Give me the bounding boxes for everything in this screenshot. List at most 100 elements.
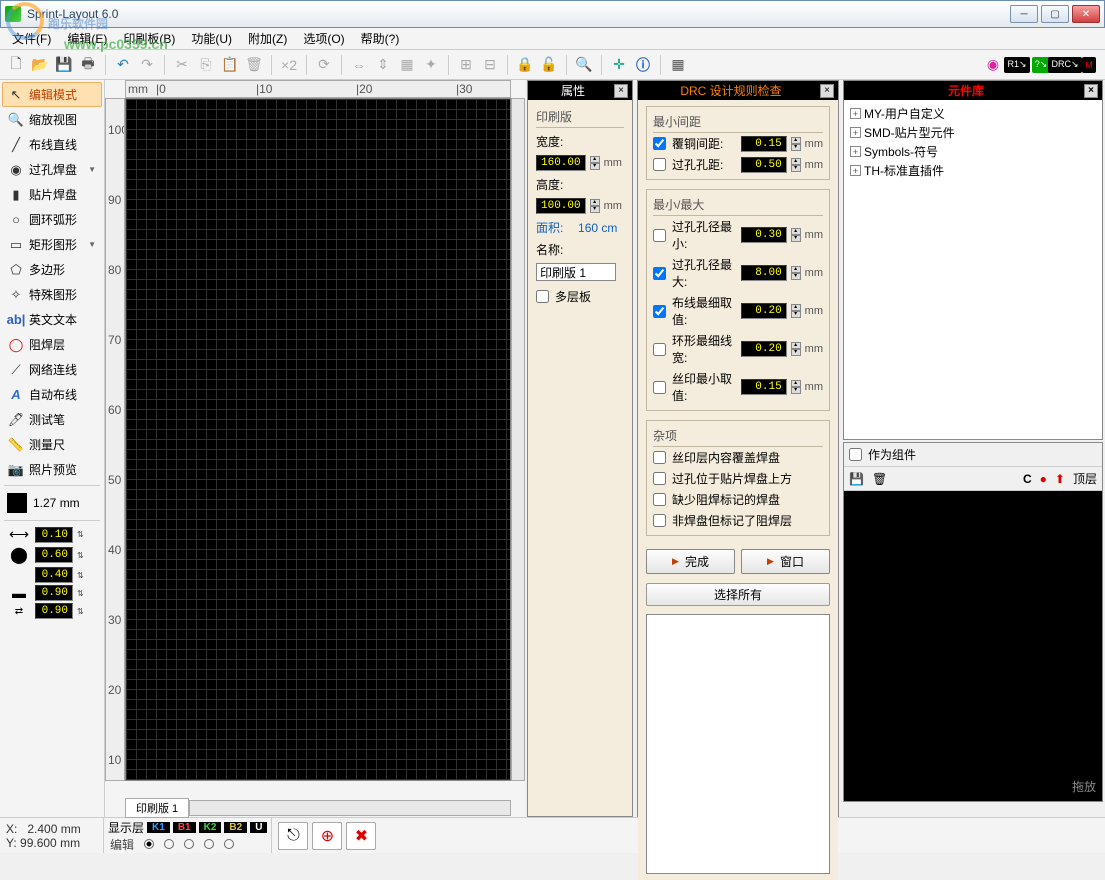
tool-measure[interactable]: 📏测量尺 [2, 432, 102, 457]
trackmin-check[interactable] [653, 305, 666, 318]
tool-net[interactable]: ⟋网络连线 [2, 357, 102, 382]
tree-item-my[interactable]: +MY-用户自定义 [848, 104, 1098, 123]
pcb-canvas[interactable] [125, 98, 511, 781]
redo-icon[interactable]: ↷ [136, 54, 158, 76]
menu-func[interactable]: 功能(U) [185, 28, 238, 49]
open-file-icon[interactable]: 📂 [29, 54, 51, 76]
minimize-button[interactable]: ─ [1010, 5, 1038, 23]
close-button[interactable]: ✕ [1072, 5, 1100, 23]
grid-setting[interactable]: 1.27 mm [2, 489, 102, 517]
tree-item-symbols[interactable]: +Symbols-符号 [848, 142, 1098, 161]
close-icon[interactable]: × [820, 84, 834, 98]
r1-label-icon[interactable]: R1↘ [1006, 54, 1028, 76]
width-input[interactable]: 160.00 [536, 155, 586, 171]
edit-radio-k2[interactable] [184, 836, 194, 853]
save-file-icon[interactable]: 💾 [53, 54, 75, 76]
smd-w-row[interactable]: ▬0.90⇅ [7, 585, 97, 601]
drc-label-icon[interactable]: DRC↘ [1054, 54, 1076, 76]
layer-b1[interactable]: B1 [173, 822, 196, 833]
upload-icon[interactable]: ⬆ [1055, 472, 1065, 486]
status-target-icon[interactable]: ⊕ [312, 822, 342, 850]
tool-track[interactable]: ╱布线直线 [2, 132, 102, 157]
edit-radio-b2[interactable] [204, 836, 214, 853]
width-spinner[interactable]: ▴▾ [590, 156, 600, 170]
tool-poly[interactable]: ⬠多边形 [2, 257, 102, 282]
expand-icon[interactable]: + [850, 108, 861, 119]
edit-radio-b1[interactable] [164, 836, 174, 853]
component-preview[interactable]: 拖放 [844, 491, 1102, 801]
print-icon[interactable]: 🖶 [77, 54, 99, 76]
height-spinner[interactable]: ▴▾ [590, 199, 600, 213]
tool-photo[interactable]: 📷照片预览 [2, 457, 102, 482]
rotate-icon[interactable]: ⟳ [313, 54, 335, 76]
copper-check[interactable] [653, 137, 666, 150]
record-dot-icon[interactable]: ● [1040, 472, 1047, 486]
layer-k1[interactable]: K1 [147, 822, 170, 833]
group-icon[interactable]: ⊞ [455, 54, 477, 76]
misc2-check[interactable] [653, 472, 666, 485]
pad-inner-row[interactable]: 0.40⇅ [7, 567, 97, 583]
menu-file[interactable]: 文件(F) [6, 28, 57, 49]
edit-radio-u[interactable] [224, 836, 234, 853]
window-button[interactable]: ▶窗口 [741, 549, 830, 574]
delete-icon[interactable]: 🗑 [243, 54, 265, 76]
layer-u[interactable]: U [250, 822, 267, 833]
refresh-icon[interactable]: C [1023, 472, 1032, 486]
new-file-icon[interactable]: 🗋 [5, 54, 27, 76]
save-icon[interactable]: 💾 [849, 472, 864, 486]
ringmin-check[interactable] [653, 343, 666, 356]
multilayer-checkbox[interactable] [536, 290, 549, 303]
paste-icon[interactable]: 📋 [219, 54, 241, 76]
select-all-button[interactable]: 选择所有 [646, 583, 830, 606]
layer-b2[interactable]: B2 [224, 822, 247, 833]
height-input[interactable]: 100.00 [536, 198, 586, 214]
misc4-check[interactable] [653, 514, 666, 527]
mirror-h-icon[interactable]: ⇔ [348, 54, 370, 76]
menu-help[interactable]: 帮助(?) [355, 28, 406, 49]
pad-outer-row[interactable]: ⬤0.60⇅ [7, 545, 97, 565]
layer-k2[interactable]: K2 [199, 822, 222, 833]
as-component-checkbox[interactable] [849, 448, 862, 461]
menu-edit[interactable]: 编辑(E) [61, 28, 113, 49]
horizontal-scrollbar[interactable] [189, 800, 511, 816]
record-icon[interactable]: ◉ [982, 54, 1004, 76]
tool-text[interactable]: ab|英文文本 [2, 307, 102, 332]
area-label[interactable]: 面积: [536, 219, 563, 236]
unlock-icon[interactable]: 🔓 [538, 54, 560, 76]
drill-check[interactable] [653, 158, 666, 171]
tool-smd[interactable]: ▮贴片焊盘 [2, 182, 102, 207]
track-width-row[interactable]: ⟷0.10⇅ [7, 526, 97, 543]
expand-icon[interactable]: + [850, 146, 861, 157]
ungroup-icon[interactable]: ⊟ [479, 54, 501, 76]
tool-edit[interactable]: ↖编辑模式 [2, 82, 102, 107]
tool-test[interactable]: 🖊测试笔 [2, 407, 102, 432]
menu-board[interactable]: 印刷板(B) [117, 28, 181, 49]
close-icon[interactable]: × [614, 84, 628, 98]
status-cancel-icon[interactable]: ✖ [346, 822, 376, 850]
tool-pad[interactable]: ◉过孔焊盘▼ [2, 157, 102, 182]
misc1-check[interactable] [653, 451, 666, 464]
board-tab[interactable]: 印刷版 1 [125, 798, 189, 818]
tree-item-smd[interactable]: +SMD-贴片型元件 [848, 123, 1098, 142]
name-input[interactable] [536, 263, 616, 281]
tool-rect[interactable]: ▭矩形图形▼ [2, 232, 102, 257]
menu-options[interactable]: 选项(O) [297, 28, 350, 49]
misc3-check[interactable] [653, 493, 666, 506]
drc-results-list[interactable] [646, 614, 830, 874]
drillmax-check[interactable] [653, 267, 666, 280]
snap-icon[interactable]: ✦ [420, 54, 442, 76]
menu-add[interactable]: 附加(Z) [242, 28, 293, 49]
delete-icon[interactable]: 🗑 [872, 472, 887, 486]
align-icon[interactable]: ▦ [396, 54, 418, 76]
info-icon[interactable]: ⓘ [632, 54, 654, 76]
duplicate-icon[interactable]: ×2 [278, 54, 300, 76]
drill-value[interactable]: 0.50 [741, 157, 787, 173]
expand-icon[interactable]: + [850, 165, 861, 176]
tool-zoom[interactable]: 🔍缩放视图 [2, 107, 102, 132]
edit-radio-k1[interactable] [144, 836, 154, 853]
cut-icon[interactable]: ✂ [171, 54, 193, 76]
copy-icon[interactable]: ⎘ [195, 54, 217, 76]
macro-icon[interactable]: M [1078, 54, 1100, 76]
lock-icon[interactable]: 🔒 [514, 54, 536, 76]
library-tree[interactable]: +MY-用户自定义 +SMD-贴片型元件 +Symbols-符号 +TH-标准直… [844, 100, 1102, 439]
